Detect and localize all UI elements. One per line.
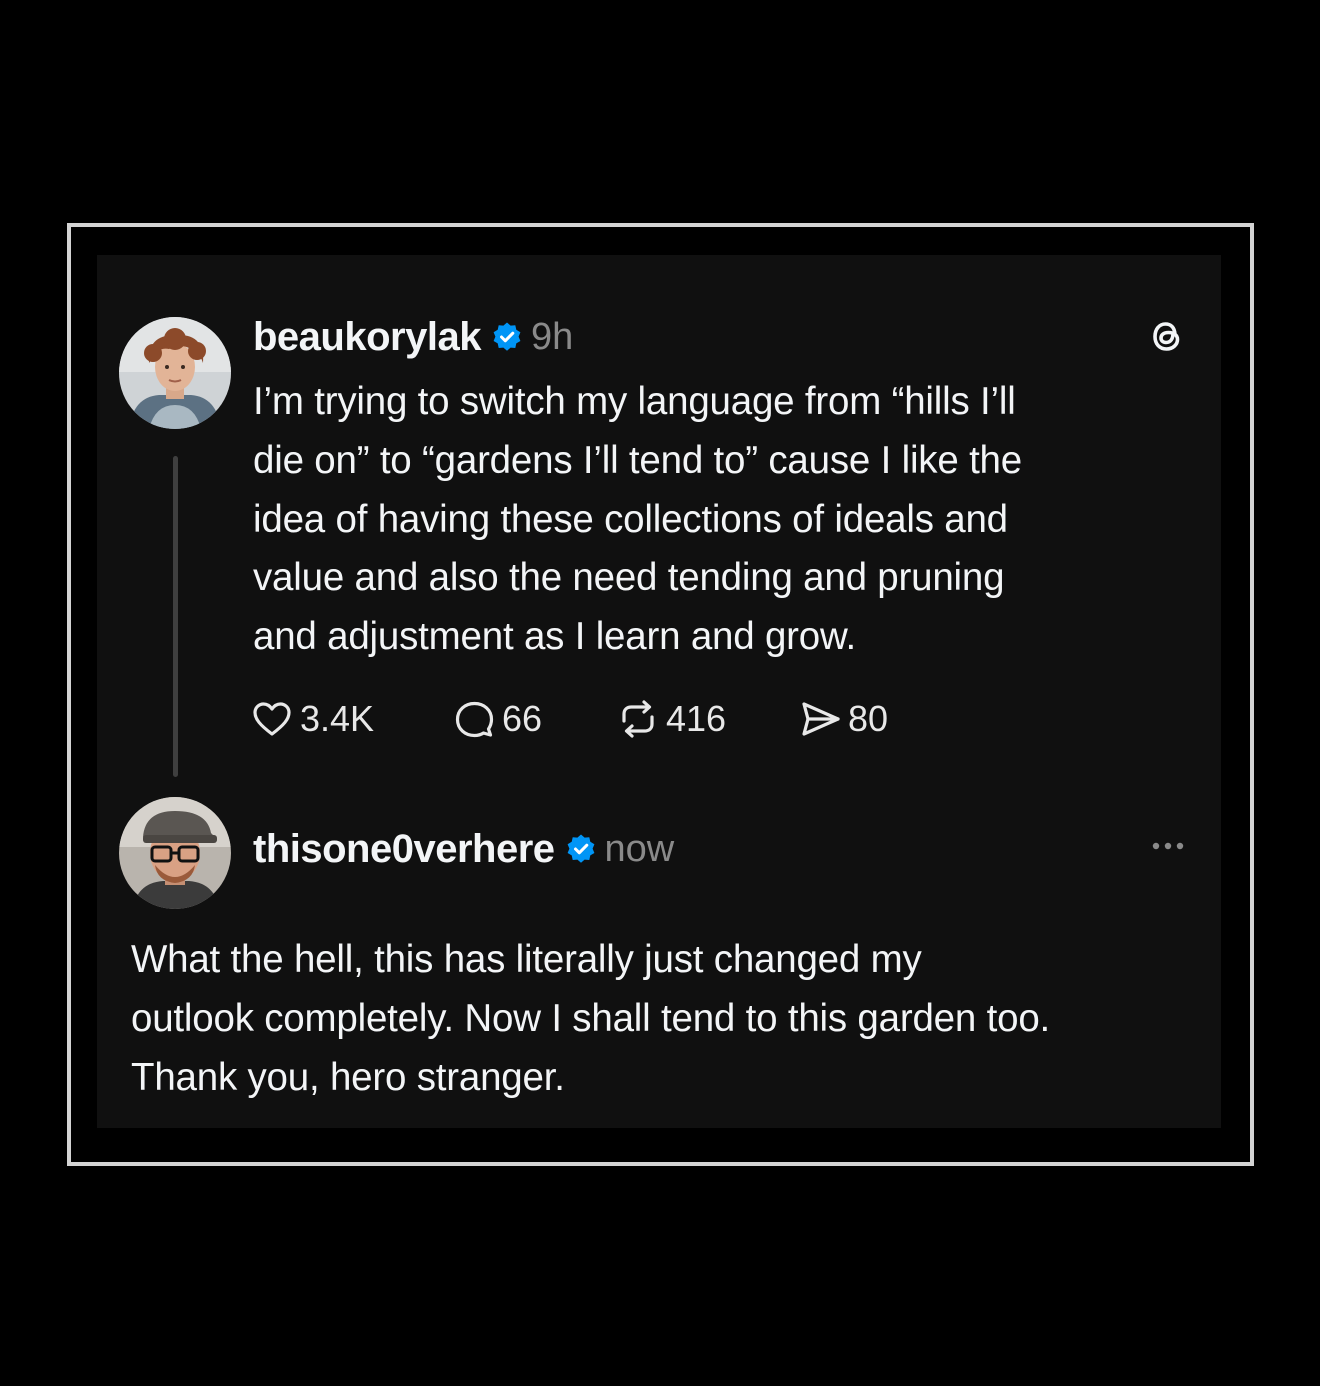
reply-body: What the hell, this has literally just c… — [131, 930, 1211, 1107]
like-count: 3.4K — [300, 698, 375, 739]
more-dots-icon — [1152, 842, 1184, 850]
post-text-line: value and also the need tending and prun… — [253, 556, 1005, 600]
reply-text-line: outlook completely. Now I shall tend to … — [131, 997, 1051, 1040]
repost-count: 416 — [666, 698, 727, 739]
reply-text-line: Thank you, hero stranger. — [131, 1056, 565, 1099]
verified-badge-icon — [565, 833, 597, 865]
post-timestamp: 9h — [530, 315, 574, 358]
reply-text-line: What the hell, this has literally just c… — [131, 938, 922, 981]
share-count: 80 — [848, 698, 889, 739]
post-header: beaukorylak 9h — [253, 312, 573, 362]
reply-author-username[interactable]: thisone0verhere — [253, 827, 555, 872]
repost-button[interactable]: 416 — [616, 694, 726, 744]
repost-arrows-icon — [622, 700, 654, 738]
post-author-avatar[interactable] — [119, 317, 231, 429]
reply-button[interactable]: 66 — [452, 694, 542, 744]
thread-connector-line — [173, 456, 178, 777]
post-author-username[interactable]: beaukorylak — [253, 315, 481, 360]
reply-count: 66 — [502, 698, 543, 739]
reply-timestamp: now — [604, 827, 675, 870]
heart-icon — [253, 702, 291, 736]
post-body: I’m trying to switch my language from “h… — [253, 373, 1193, 667]
send-icon — [802, 702, 840, 736]
like-button[interactable]: 3.4K — [250, 694, 374, 744]
reply-author-avatar[interactable] — [119, 797, 231, 909]
more-options-button[interactable] — [1140, 830, 1196, 862]
verified-badge-icon — [491, 321, 523, 353]
post-text-line: idea of having these collections of idea… — [253, 497, 1008, 541]
post-text-line: I’m trying to switch my language from “h… — [253, 380, 1016, 423]
reply-header: thisone0verhere now — [253, 824, 674, 874]
threads-logo-icon — [1144, 313, 1190, 359]
post-text-line: die on” to “gardens I’ll tend to” cause … — [253, 438, 1022, 482]
speech-bubble-icon — [455, 701, 494, 738]
share-button[interactable]: 80 — [798, 694, 888, 744]
post-text-line: and adjustment as I learn and grow. — [253, 615, 856, 659]
